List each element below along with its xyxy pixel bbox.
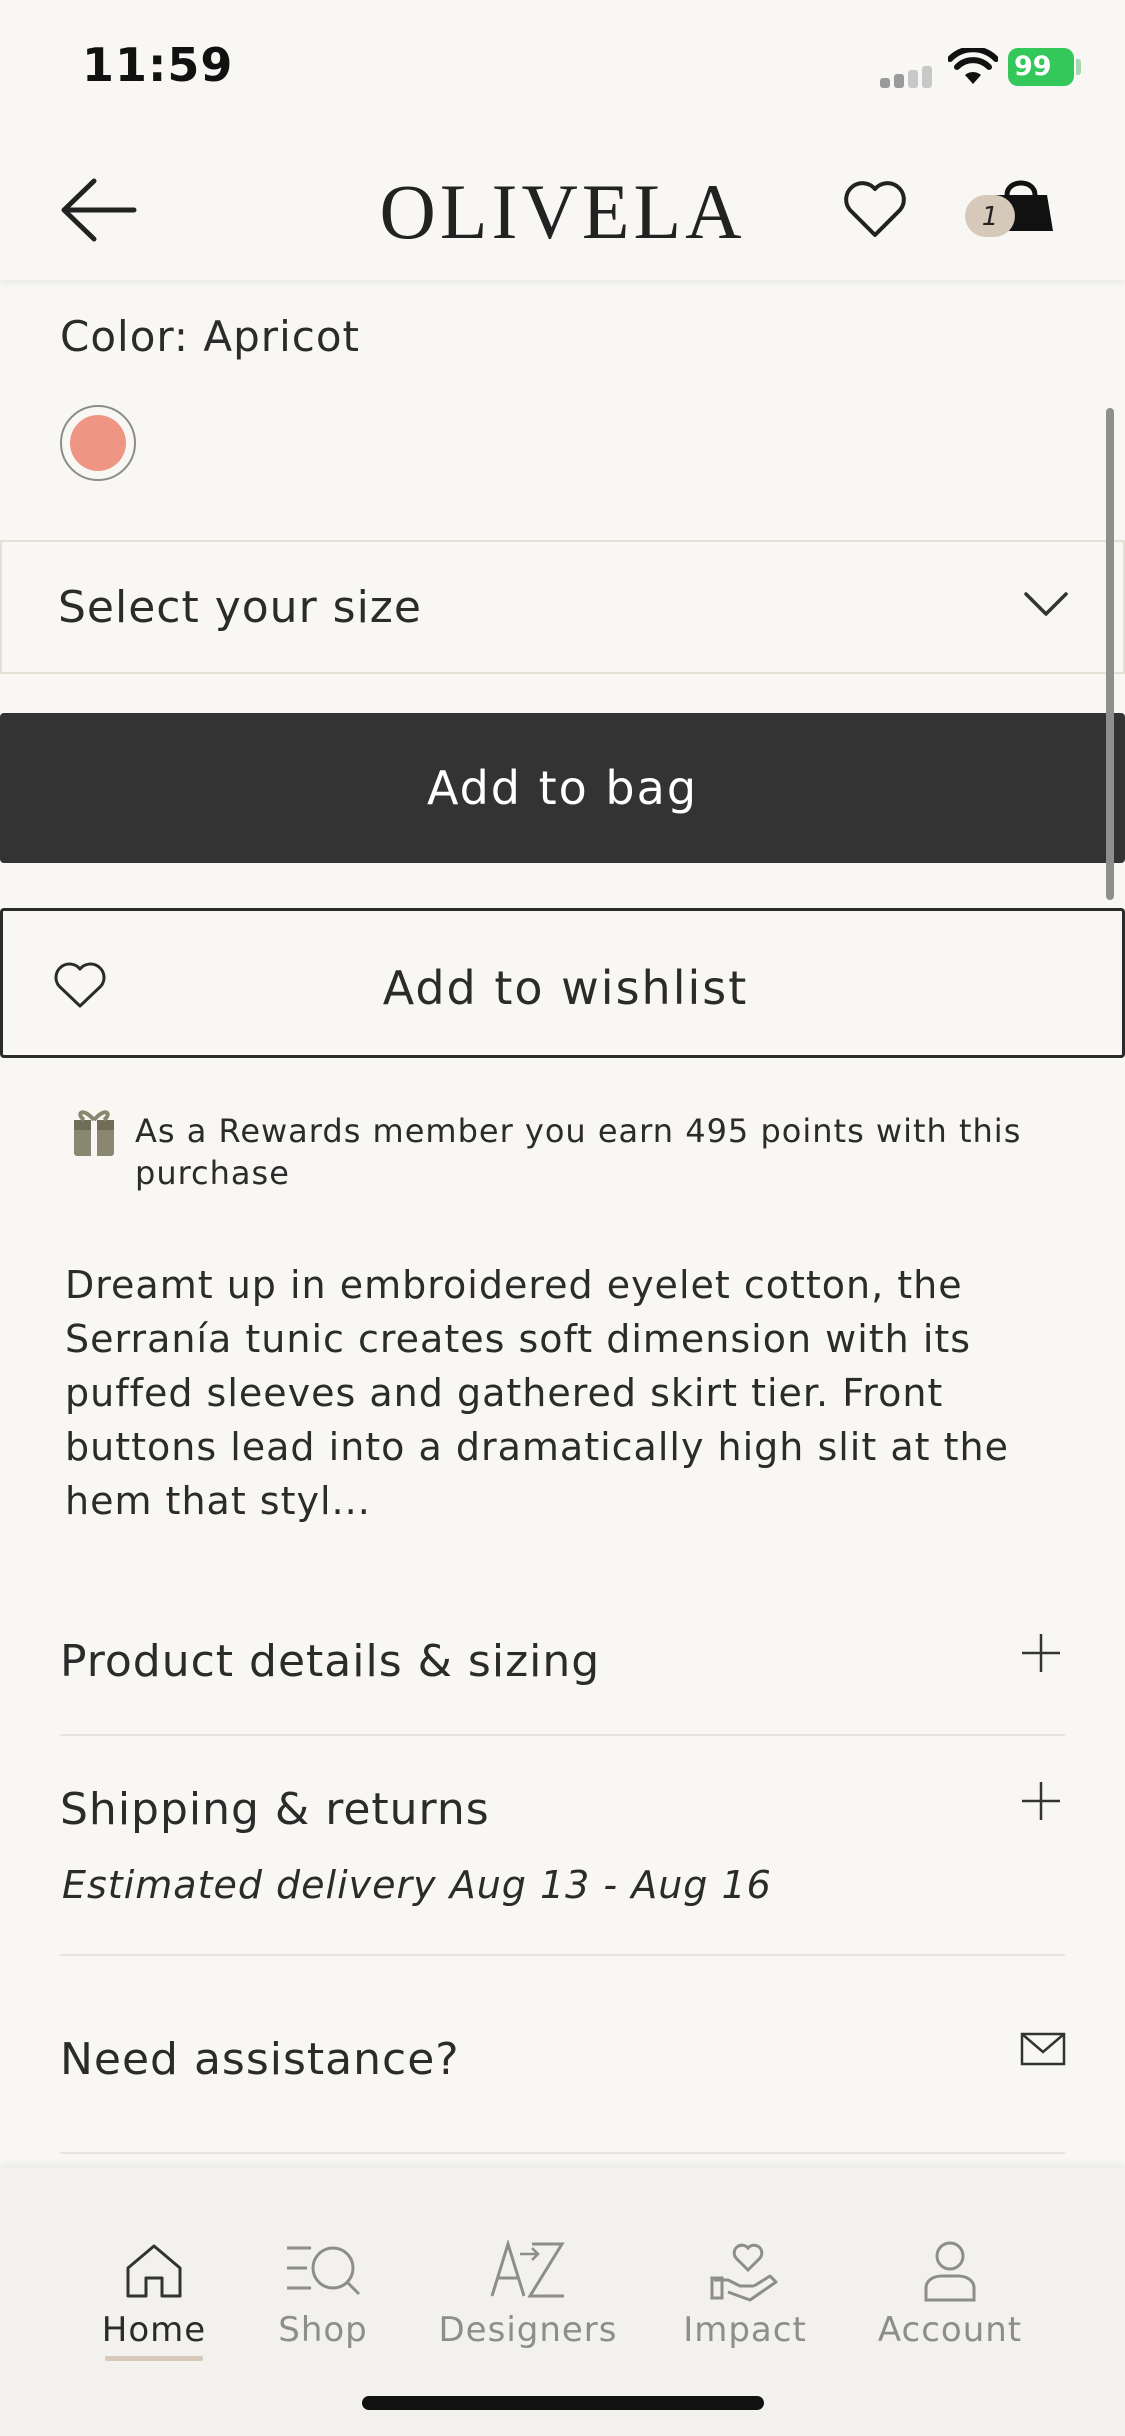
tab-account-label: Account <box>877 2310 1023 2350</box>
shopping-bag-button[interactable]: 1 <box>965 173 1055 253</box>
gift-icon <box>74 1110 114 1156</box>
wishlist-heart-icon[interactable] <box>842 177 908 243</box>
rewards-message: As a Rewards member you earn 495 points … <box>135 1112 1022 1192</box>
size-select-label: Select your size <box>58 582 422 633</box>
tab-impact-label: Impact <box>683 2310 807 2350</box>
person-icon <box>924 2241 976 2302</box>
plus-icon[interactable] <box>1020 1780 1062 1822</box>
estimated-delivery: Estimated delivery Aug 13 - Aug 16 <box>62 1863 772 1907</box>
tab-shop[interactable]: Shop <box>223 2168 423 2368</box>
color-swatch-apricot[interactable] <box>60 405 136 481</box>
status-time: 11:59 <box>82 38 234 92</box>
cellular-signal-icon <box>880 62 932 88</box>
battery-cap <box>1076 59 1081 75</box>
app-header: OLIVELA 1 <box>0 135 1125 280</box>
heart-hand-icon <box>710 2243 778 2302</box>
scrollbar[interactable] <box>1106 408 1114 900</box>
battery-level: 99 <box>1014 51 1052 82</box>
add-to-bag-button[interactable]: Add to bag <box>0 713 1125 863</box>
bag-count-badge: 1 <box>965 195 1015 237</box>
swatch-fill <box>70 415 126 471</box>
divider <box>60 1954 1065 1956</box>
plus-icon[interactable] <box>1020 1632 1062 1674</box>
a-to-z-icon <box>490 2240 565 2298</box>
shipping-returns-accordion[interactable]: Shipping & returns <box>60 1784 490 1835</box>
add-to-wishlist-button[interactable]: Add to wishlist <box>0 908 1125 1058</box>
color-label: Color: Apricot <box>60 312 361 361</box>
product-details-accordion[interactable]: Product details & sizing <box>60 1636 600 1687</box>
divider <box>60 2152 1065 2154</box>
tab-account[interactable]: Account <box>850 2168 1050 2368</box>
product-screen: 11:59 99 OLIVELA 1 Color: Apricot Select… <box>0 0 1125 2436</box>
tab-designers[interactable]: Designers <box>428 2168 628 2368</box>
brand-logo[interactable]: OLIVELA <box>0 167 1125 257</box>
mail-icon[interactable] <box>1020 2032 1066 2066</box>
tab-shop-label: Shop <box>278 2310 368 2350</box>
home-indicator[interactable] <box>362 2396 764 2410</box>
add-to-wishlist-label: Add to wishlist <box>382 961 749 1015</box>
wifi-icon <box>948 48 998 84</box>
chevron-down-icon <box>1024 592 1068 616</box>
tab-designers-label: Designers <box>438 2310 618 2350</box>
home-icon <box>126 2244 182 2298</box>
size-select[interactable]: Select your size <box>0 540 1125 674</box>
product-description[interactable]: Dreamt up in embroidered eyelet cotton, … <box>65 1258 1075 1528</box>
shop-search-icon <box>287 2246 361 2296</box>
tab-impact[interactable]: Impact <box>645 2168 845 2368</box>
battery-icon: 99 <box>1008 48 1074 86</box>
status-bar: 11:59 99 <box>0 0 1125 135</box>
active-tab-indicator <box>105 2356 203 2361</box>
need-assistance-row[interactable]: Need assistance? <box>60 2034 460 2085</box>
divider <box>60 1734 1065 1736</box>
